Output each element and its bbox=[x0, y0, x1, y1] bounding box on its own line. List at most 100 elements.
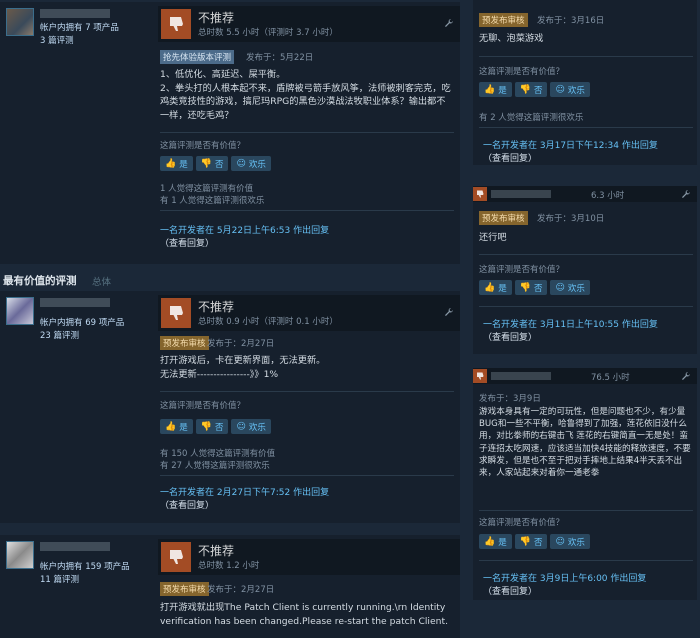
vote-no-label: 否 bbox=[214, 422, 224, 433]
developer-reply-link[interactable]: 一名开发者在 3月11日上午10:55 作出回复 bbox=[483, 317, 658, 330]
review-line: 打开游戏后，卡在更新界面，无法更新。 bbox=[160, 355, 326, 366]
review-card: 预发布审核 发布于：3月16日 无聊、泡菜游戏 这篇评测是否有价值？ 👍 是 👎 否… bbox=[473, 0, 697, 165]
verdict-title: 不推荐 bbox=[198, 544, 235, 558]
review-body: 无聊、泡菜游戏 bbox=[479, 32, 693, 46]
divider bbox=[479, 254, 693, 255]
developer-reply-link[interactable]: 一名开发者在 3月17日下午12:34 作出回复 bbox=[483, 138, 658, 151]
developer-reply-link[interactable]: 一名开发者在 2月27日下午7:52 作出回复 bbox=[160, 485, 329, 498]
review-verdict: 不推荐 总时数 1.2 小时 bbox=[158, 539, 460, 575]
vote-funny-button[interactable]: ☺ 欢乐 bbox=[550, 82, 590, 97]
review-card: 帐户内拥有 7 项产品 3 篇评测 不推荐 总时数 5.5 小时（评测时 3.7… bbox=[0, 2, 460, 264]
helpful-count: 有 150 人觉得这篇评测有价值 bbox=[160, 449, 276, 459]
vote-funny-button[interactable]: ☺ 欢乐 bbox=[550, 280, 590, 295]
divider bbox=[479, 127, 693, 128]
thumbs-up-icon: 👍 bbox=[484, 282, 496, 293]
author-name[interactable] bbox=[40, 542, 110, 551]
author-reviews[interactable]: 23 篇评测 bbox=[40, 329, 79, 341]
vote-funny-label: 欢乐 bbox=[567, 537, 585, 548]
vote-no-button[interactable]: 👎 否 bbox=[514, 534, 548, 549]
early-access-badge: 抢先体验版本评测 bbox=[160, 50, 235, 64]
vote-buttons: 👍 是 👎 否 ☺ 欢乐 bbox=[479, 82, 590, 97]
pre-release-badge: 预发布审核 bbox=[160, 336, 209, 350]
helpful-question: 这篇评测是否有价值？ bbox=[479, 265, 565, 275]
review-verdict: 不推荐 总时数 5.5 小时（评测时 3.7 小时） bbox=[158, 6, 460, 42]
review-author[interactable]: 帐户内拥有 69 项产品 23 篇评测 bbox=[6, 297, 154, 341]
vote-yes-button[interactable]: 👍 是 bbox=[479, 82, 512, 97]
vote-yes-label: 是 bbox=[498, 283, 507, 294]
thumbs-up-icon: 👍 bbox=[484, 84, 496, 95]
thumbs-up-icon: 👍 bbox=[165, 421, 177, 432]
avatar[interactable] bbox=[6, 8, 34, 36]
helpful-question: 这篇评测是否有价值？ bbox=[160, 141, 246, 151]
smile-icon: ☺ bbox=[555, 536, 565, 547]
vote-funny-label: 欢乐 bbox=[567, 283, 585, 294]
review-line: 游戏本身具有一定的可玩性，但是问题也不少，有少量BUG和一些不平衡，哈鲁得到了加… bbox=[479, 407, 691, 479]
vote-funny-label: 欢乐 bbox=[567, 85, 585, 96]
vote-no-label: 否 bbox=[533, 537, 543, 548]
view-reply-link[interactable]: （查看回复） bbox=[483, 330, 537, 343]
review-author[interactable]: 帐户内拥有 7 项产品 3 篇评测 bbox=[6, 8, 154, 48]
author-name[interactable] bbox=[491, 190, 551, 198]
thumbs-down-icon bbox=[161, 298, 191, 328]
view-reply-link[interactable]: （查看回复） bbox=[160, 236, 214, 249]
review-line: 打开游戏就出现The Patch Client is currently run… bbox=[160, 602, 448, 627]
helpful-question: 这篇评测是否有价值？ bbox=[160, 401, 246, 411]
review-header: 76.5 小时 bbox=[473, 368, 697, 384]
vote-yes-label: 是 bbox=[179, 159, 188, 170]
developer-reply-link[interactable]: 一名开发者在 3月9日上午6:00 作出回复 bbox=[483, 571, 646, 584]
review-verdict: 不推荐 总时数 0.9 小时（评测时 0.1 小时） bbox=[158, 295, 460, 331]
author-reviews[interactable]: 3 篇评测 bbox=[40, 34, 74, 46]
vote-yes-label: 是 bbox=[498, 537, 507, 548]
vote-no-button[interactable]: 👎 否 bbox=[514, 82, 548, 97]
right-review-column: 预发布审核 发布于：3月16日 无聊、泡菜游戏 这篇评测是否有价值？ 👍 是 👎 否… bbox=[469, 0, 700, 638]
author-products: 帐户内拥有 7 项产品 bbox=[40, 23, 119, 33]
smile-icon: ☺ bbox=[555, 282, 565, 293]
divider bbox=[479, 560, 693, 561]
pre-release-badge: 预发布审核 bbox=[479, 211, 528, 225]
author-name[interactable] bbox=[40, 9, 110, 18]
vote-no-button[interactable]: 👎 否 bbox=[195, 156, 229, 171]
vote-no-button[interactable]: 👎 否 bbox=[514, 280, 548, 295]
vote-no-button[interactable]: 👎 否 bbox=[195, 419, 229, 434]
avatar[interactable] bbox=[6, 541, 34, 569]
view-reply-link[interactable]: （查看回复） bbox=[160, 498, 214, 511]
developer-reply-link[interactable]: 一名开发者在 5月22日上午6:53 作出回复 bbox=[160, 223, 329, 236]
author-name[interactable] bbox=[40, 298, 110, 307]
vote-no-label: 否 bbox=[533, 283, 543, 294]
posted-date: 发布于：5月22日 bbox=[246, 53, 314, 63]
review-card: 帐户内拥有 69 项产品 23 篇评测 不推荐 总时数 0.9 小时（评测时 0… bbox=[0, 291, 460, 523]
vote-buttons: 👍 是 👎 否 ☺ 欢乐 bbox=[160, 419, 271, 434]
view-reply-link[interactable]: （查看回复） bbox=[483, 584, 537, 597]
wrench-icon[interactable] bbox=[444, 18, 454, 28]
vote-buttons: 👍 是 👎 否 ☺ 欢乐 bbox=[479, 280, 590, 295]
thumbs-down-icon bbox=[161, 542, 191, 572]
review-author[interactable]: 帐户内拥有 159 项产品 11 篇评测 bbox=[6, 541, 154, 585]
playtime: 6.3 小时 bbox=[591, 191, 625, 201]
wrench-icon[interactable] bbox=[681, 371, 691, 381]
thumbs-down-icon: 👎 bbox=[519, 536, 531, 547]
vote-yes-button[interactable]: 👍 是 bbox=[160, 419, 193, 434]
author-reviews[interactable]: 11 篇评测 bbox=[40, 573, 79, 585]
author-products: 帐户内拥有 69 项产品 bbox=[40, 318, 125, 328]
view-reply-link[interactable]: （查看回复） bbox=[483, 151, 537, 164]
vote-funny-button[interactable]: ☺ 欢乐 bbox=[550, 534, 590, 549]
wrench-icon[interactable] bbox=[444, 307, 454, 317]
vote-funny-label: 欢乐 bbox=[248, 422, 266, 433]
author-name[interactable] bbox=[491, 372, 551, 380]
review-body: 打开游戏后，卡在更新界面，无法更新。 无法更新----------------》… bbox=[160, 354, 454, 381]
vote-funny-button[interactable]: ☺ 欢乐 bbox=[231, 156, 271, 171]
helpful-question: 这篇评测是否有价值？ bbox=[479, 67, 565, 77]
vote-yes-button[interactable]: 👍 是 bbox=[479, 534, 512, 549]
review-line: 还行吧 bbox=[479, 232, 507, 243]
smile-icon: ☺ bbox=[555, 84, 565, 95]
posted-date: 发布于：3月16日 bbox=[537, 16, 605, 26]
divider bbox=[479, 56, 693, 57]
avatar[interactable] bbox=[6, 297, 34, 325]
vote-yes-button[interactable]: 👍 是 bbox=[160, 156, 193, 171]
smile-icon: ☺ bbox=[236, 158, 246, 169]
thumbs-down-icon: 👎 bbox=[519, 282, 531, 293]
vote-yes-button[interactable]: 👍 是 bbox=[479, 280, 512, 295]
vote-funny-button[interactable]: ☺ 欢乐 bbox=[231, 419, 271, 434]
wrench-icon[interactable] bbox=[681, 189, 691, 199]
playtime: 总时数 5.5 小时（评测时 3.7 小时） bbox=[198, 28, 338, 38]
